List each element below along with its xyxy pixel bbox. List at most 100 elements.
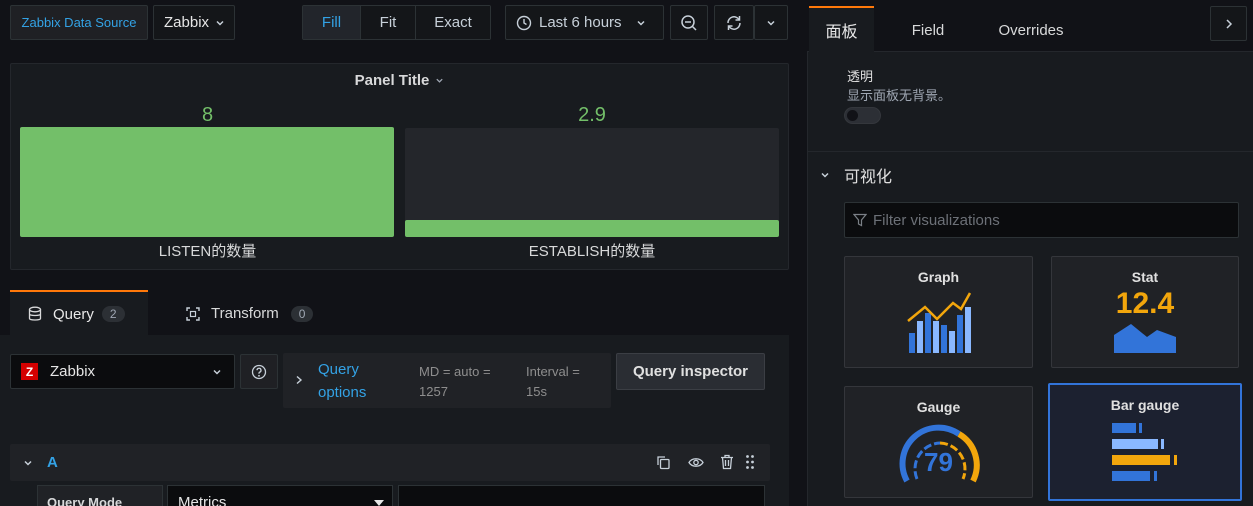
query-extra-field[interactable] (398, 485, 765, 506)
question-circle-icon (251, 364, 267, 380)
splitter[interactable] (797, 0, 805, 506)
panel-preview: Panel Title 8 LISTEN的数量 2.9 ESTABLISH的数量 (10, 63, 789, 270)
viz-card-stat[interactable]: Stat 12.4 (1051, 256, 1239, 368)
chevron-down-icon (435, 76, 444, 85)
datasource-select-value: Zabbix (164, 14, 210, 31)
viz-section-title: 可视化 (844, 169, 893, 186)
query-inspector-button[interactable]: Query inspector (616, 353, 765, 390)
refresh-button[interactable] (714, 5, 754, 40)
tab-transform[interactable]: Transform 0 (170, 292, 330, 335)
transparent-title: 透明 (847, 69, 874, 84)
fill-button[interactable]: Fill (303, 6, 361, 39)
stat-viz-icon (1114, 324, 1176, 353)
refresh-interval-dropdown[interactable] (754, 5, 788, 40)
toggle-knob (847, 110, 858, 121)
chevron-down-icon (215, 18, 225, 28)
chevron-down-icon (636, 18, 646, 28)
bar-value: 8 (201, 104, 214, 126)
clock-icon (516, 15, 532, 31)
query-mode-label: Query Mode (47, 495, 123, 506)
bar-value: 2.9 (578, 104, 606, 126)
viz-card-title: Gauge (916, 399, 961, 415)
bar-gauge-item: 2.9 ESTABLISH的数量 (405, 104, 779, 264)
tab-overrides-label: Overrides (998, 21, 1064, 39)
viz-section-header[interactable]: 可视化 (820, 163, 892, 187)
query-options-label: Query options (318, 361, 367, 401)
query-mode-select[interactable]: Metrics (167, 485, 393, 506)
chevron-right-icon (1225, 18, 1233, 30)
tab-overrides[interactable]: Overrides (985, 8, 1077, 52)
query-options-panel[interactable]: Query options MD = auto = 1257 Interval … (283, 353, 611, 408)
query-datasource-value: Zabbix (50, 363, 96, 380)
section-divider (808, 151, 1253, 152)
query-letter: A (47, 454, 58, 471)
chevron-down-icon (23, 458, 33, 468)
bar-gauge-viz-icon (1112, 423, 1177, 481)
help-button[interactable] (240, 354, 278, 389)
graph-viz-icon (907, 292, 972, 353)
datasource-label: Zabbix Data Source (21, 15, 137, 30)
fill-label: Fill (321, 14, 342, 31)
filter-visualizations-input[interactable]: Filter visualizations (844, 202, 1239, 238)
viz-card-title: Graph (917, 269, 960, 285)
tab-query-count: 2 (101, 306, 125, 322)
viz-card-graph[interactable]: Graph (844, 256, 1033, 368)
bar-gauge-item: 8 LISTEN的数量 (20, 104, 395, 264)
time-range-label: Last 6 hours (539, 14, 622, 31)
tab-panel-label: 面板 (825, 24, 858, 41)
panel-title: Panel Title (354, 72, 430, 89)
bar-label: ESTABLISH的数量 (528, 243, 656, 260)
time-range-picker[interactable]: Last 6 hours (505, 5, 664, 40)
viz-card-gauge[interactable]: Gauge 79 (844, 386, 1033, 498)
tab-field[interactable]: Field (893, 8, 963, 52)
query-md-info: MD = auto = 1257 (419, 364, 491, 399)
database-icon (28, 306, 42, 322)
filter-icon (853, 213, 867, 227)
chevron-down-icon (766, 18, 776, 28)
tab-field-label: Field (911, 21, 945, 39)
query-interval-info: Interval = 15s (526, 364, 580, 399)
eye-icon[interactable] (688, 455, 704, 470)
display-mode-group: Fill Fit Exact (302, 5, 491, 40)
transparent-toggle[interactable] (844, 107, 881, 124)
refresh-icon (725, 14, 743, 32)
viz-card-title: Stat (1131, 269, 1159, 285)
gauge-viz-value: 79 (924, 447, 953, 477)
panel-title-header[interactable]: Panel Title (11, 72, 788, 89)
drag-handle-icon[interactable] (745, 454, 755, 470)
transform-icon (185, 306, 201, 322)
tab-transform-label: Transform (211, 305, 279, 322)
chevron-down-icon (820, 170, 830, 180)
fit-button[interactable]: Fit (361, 6, 416, 39)
copy-icon[interactable] (656, 455, 671, 470)
collapse-options-button[interactable] (1210, 6, 1247, 41)
viz-card-bar-gauge[interactable]: Bar gauge (1048, 383, 1242, 501)
bar-track (20, 127, 394, 237)
tab-transform-count: 0 (290, 305, 314, 322)
tab-query[interactable]: Query 2 (10, 290, 148, 336)
datasource-select[interactable]: Zabbix (153, 5, 235, 40)
datasource-link[interactable]: Zabbix Data Source (10, 5, 148, 40)
bar-fill (20, 127, 394, 237)
query-mode-value: Metrics (178, 494, 227, 506)
query-a-header[interactable]: A (10, 444, 770, 481)
trash-icon[interactable] (720, 454, 734, 470)
query-inspector-label: Query inspector (632, 363, 749, 380)
bar-fill (405, 219, 779, 237)
chevron-down-icon (212, 367, 222, 377)
exact-button[interactable]: Exact (416, 6, 490, 39)
zabbix-logo-icon: Z (21, 363, 38, 380)
fit-label: Fit (379, 14, 397, 31)
chevron-right-icon (295, 375, 303, 385)
filter-placeholder: Filter visualizations (873, 211, 1000, 229)
bar-track (405, 128, 779, 237)
stat-viz-value: 12.4 (1115, 287, 1175, 320)
zoom-out-icon (680, 14, 698, 32)
viz-card-title: Bar gauge (1110, 397, 1180, 413)
query-datasource-select[interactable]: Z Zabbix (10, 354, 235, 389)
exact-label: Exact (434, 14, 472, 31)
query-mode-label-box: Query Mode (37, 485, 163, 506)
zoom-out-button[interactable] (670, 5, 708, 40)
caret-down-icon (374, 500, 384, 506)
tab-panel[interactable]: 面板 (809, 6, 874, 52)
